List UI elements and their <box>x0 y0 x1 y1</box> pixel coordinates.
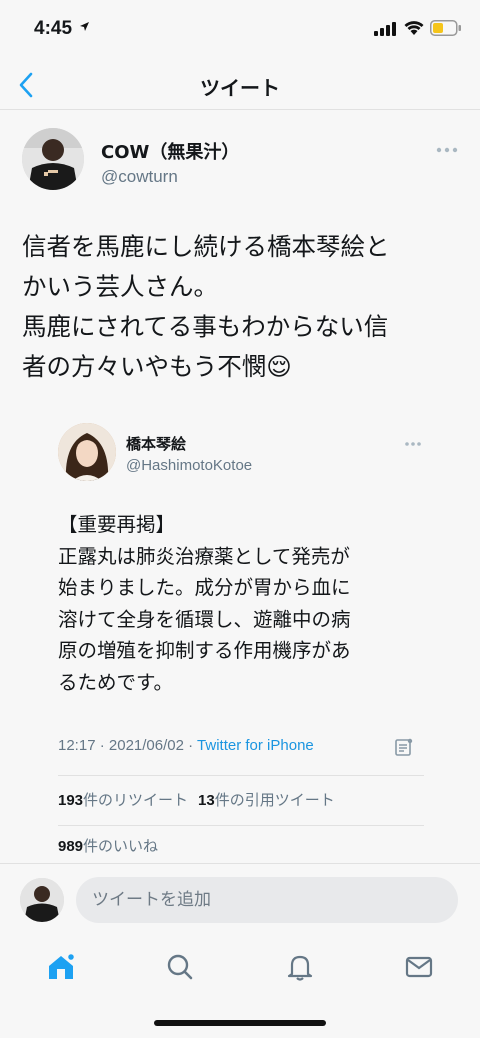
home-icon <box>49 952 76 979</box>
tab-home[interactable] <box>41 947 81 987</box>
home-indicator <box>154 1020 326 1026</box>
retweets-count: 193 <box>58 792 84 809</box>
likes-label: 件のいいね <box>83 837 159 855</box>
tweet-text-line: 馬鹿にされてる事もわからない信 <box>22 312 389 341</box>
likes-count: 989 <box>58 838 84 855</box>
wifi-icon <box>404 21 424 35</box>
tweet-source-link[interactable]: Twitter for iPhone <box>197 737 314 754</box>
status-bar: 4:45 <box>0 0 480 58</box>
notifications-icon <box>287 955 313 981</box>
retweets-stat[interactable]: 193件のリツイート <box>58 791 188 809</box>
tweet-detail: COW（無果汁） @cowturn 信者を馬鹿にし続ける橋本琴絵と かいう芸人さ… <box>0 111 480 863</box>
timestamp-separator: · <box>183 737 198 754</box>
author-name[interactable]: COW（無果汁） <box>101 138 239 164</box>
tab-messages[interactable] <box>399 947 439 987</box>
quoted-author-name[interactable]: 橋本琴絵 <box>126 433 186 454</box>
quoted-author-avatar[interactable] <box>58 423 116 481</box>
quoted-more-options-icon[interactable] <box>404 441 422 447</box>
messages-icon <box>405 956 433 978</box>
quoted-text-line: 原の増殖を抑制する作用機序があ <box>58 639 351 662</box>
author-avatar[interactable] <box>22 128 84 190</box>
quote-tweets-label: 件の引用ツイート <box>214 791 335 809</box>
quoted-author-handle[interactable]: @HashimotoKotoe <box>126 457 252 474</box>
analytics-icon[interactable] <box>394 737 414 757</box>
quoted-text-line: 正露丸は肺炎治療薬として発売が <box>58 544 350 568</box>
tab-bar <box>0 935 480 1038</box>
tab-search[interactable] <box>160 947 200 987</box>
timestamp-separator: · <box>95 737 109 754</box>
divider <box>58 825 424 826</box>
battery-icon <box>430 20 461 36</box>
tab-notifications[interactable] <box>280 947 320 987</box>
page-title: ツイート <box>200 76 280 100</box>
retweets-label: 件のリツイート <box>83 791 189 809</box>
my-avatar <box>20 878 64 922</box>
engagement-stats: 193件のリツイート 13件の引用ツイート <box>58 789 335 810</box>
location-arrow-icon <box>80 22 89 31</box>
quote-tweets-stat[interactable]: 13件の引用ツイート <box>198 791 335 809</box>
tweet-text: 信者を馬鹿にし続ける橋本琴絵と かいう芸人さん。 馬鹿にされてる事もわからない信… <box>22 227 462 387</box>
divider <box>58 775 424 776</box>
status-time: 4:45 <box>34 18 73 39</box>
timestamp-date: 2021/06/02 <box>108 737 184 754</box>
quoted-text-line: 始まりました。成分が胃から血に <box>58 576 351 599</box>
tweet-timestamp: 12:17 · 2021/06/02 · Twitter for iPhone <box>58 737 314 754</box>
quoted-text-line: 【重要再掲】 <box>58 513 176 536</box>
timestamp-time: 12:17 <box>58 737 96 754</box>
quoted-text-line: るためです。 <box>58 670 174 694</box>
quote-tweets-count: 13 <box>198 792 215 809</box>
nav-bar: ツイート <box>0 58 480 110</box>
quoted-tweet-text: 【重要再掲】 正露丸は肺炎治療薬として発売が 始まりました。成分が胃から血に 溶… <box>58 509 428 698</box>
cellular-signal-icon <box>374 22 396 36</box>
likes-stat[interactable]: 989件のいいね <box>58 835 158 856</box>
reply-input[interactable] <box>76 877 458 923</box>
quoted-tweet[interactable]: 橋本琴絵 @HashimotoKotoe 【重要再掲】 正露丸は肺炎治療薬として… <box>42 411 438 855</box>
author-handle[interactable]: @cowturn <box>101 167 178 187</box>
tweet-text-line: 者の方々いやもう不憫😌 <box>22 352 292 381</box>
search-icon <box>167 954 193 980</box>
reply-compose-bar <box>0 863 480 935</box>
tweet-text-line: かいう芸人さん。 <box>22 272 218 301</box>
more-options-icon[interactable] <box>436 147 458 153</box>
tweet-text-line: 信者を馬鹿にし続ける橋本琴絵と <box>22 232 390 261</box>
quoted-text-line: 溶けて全身を循環し、遊離中の病 <box>58 607 351 631</box>
